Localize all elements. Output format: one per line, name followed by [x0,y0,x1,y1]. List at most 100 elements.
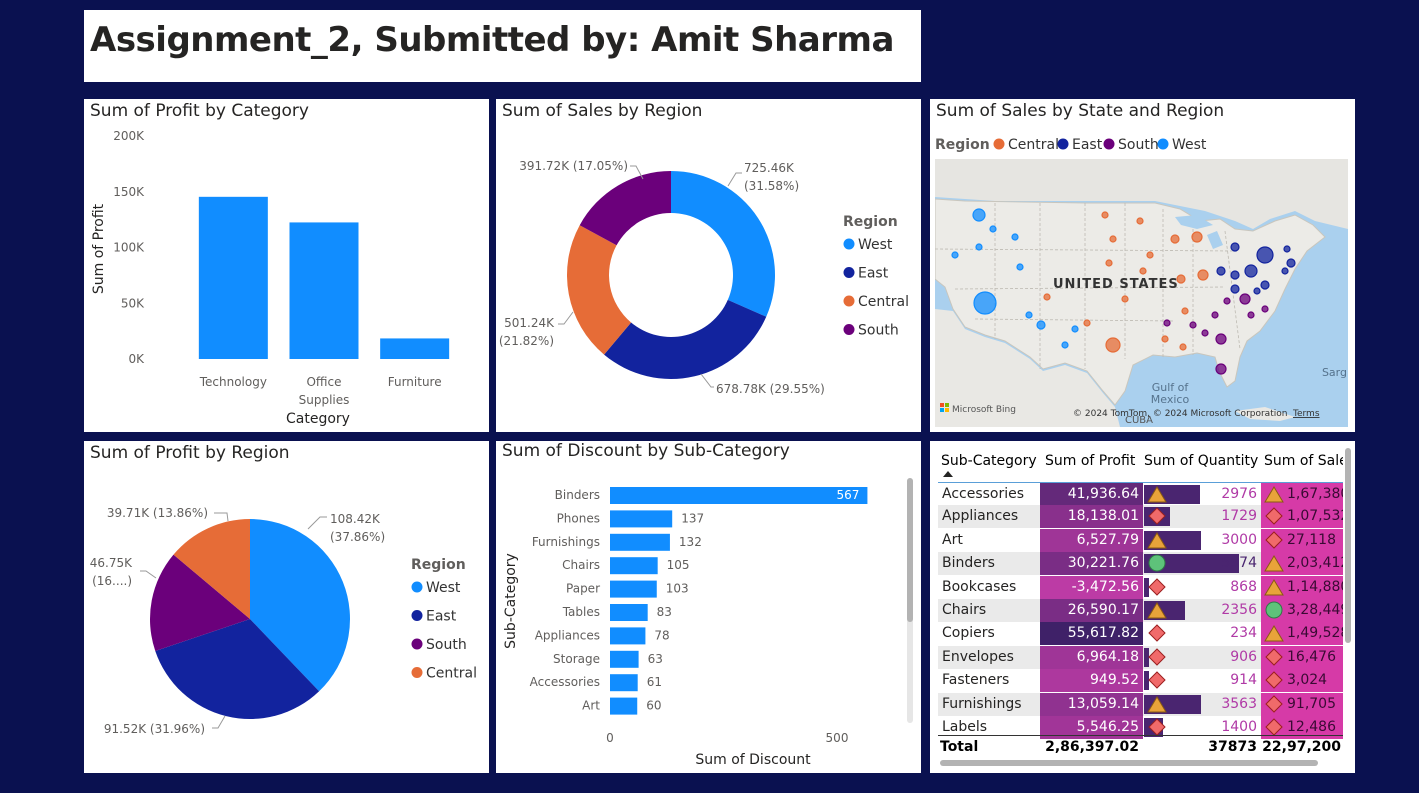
diamond-icon [1148,577,1166,596]
cell-sales: 1,07,532 [1261,505,1343,529]
bubble-central [1136,217,1144,225]
cell-sales: 3,28,449 [1261,599,1343,622]
y-tick-label: Paper [566,582,600,596]
bubble-central [1083,319,1091,327]
triangle-icon [1147,486,1167,503]
profit-by-category-visual[interactable]: Sum of Profit by Category 0K 50K 100K 150K 2… [84,99,489,432]
triangle-icon [1264,625,1284,642]
y-tick-label: Binders [555,488,600,502]
sales-by-region-visual[interactable]: Sum of Sales by Region 725.46K (31.58%) 67… [496,99,921,432]
cell-subcategory: Art [942,531,963,548]
sales-value: 2,03,412 [1287,555,1343,572]
x-tick-label: Technology [199,375,267,389]
map-country-label: UNITED STATES [1053,277,1179,292]
table-row[interactable]: Art 6,527.79 3000 27,118 [938,528,1343,552]
cell-quantity: 906 [1144,646,1261,669]
bar-office-supplies [289,222,359,359]
cell-sales: 91,705 [1261,692,1343,716]
diamond-icon [1148,648,1166,666]
kpi-icon [1147,507,1167,528]
bubble-east [1253,287,1261,295]
legend-label-central: Central [426,666,477,682]
column-header-sales[interactable]: Sum of Sales [1264,450,1343,473]
legend-dot-central [411,667,423,678]
cell-profit: 30,221.76 [1040,552,1143,576]
diamond-icon [1265,531,1283,549]
legend-dot-south [1103,138,1115,150]
table-row[interactable]: Furnishings 13,059.14 3563 91,705 [938,692,1343,716]
column-header-subcategory[interactable]: Sub-Category [941,450,1041,473]
diamond-icon [1148,624,1166,643]
data-label: 103 [666,582,689,596]
legend-label-west: West [426,580,461,596]
table-row[interactable]: Fasteners 949.52 914 3,024 [938,669,1343,693]
bubble-central [1181,307,1189,315]
cell-profit: 6,964.18 [1040,645,1143,669]
cell-sales: 1,49,528 [1261,622,1343,646]
bar-furnishings [610,533,670,551]
map-sargasso-label: Sarg [1322,366,1347,379]
leader-line-west [727,172,742,187]
table-row[interactable]: Bookcases -3,472.56 868 1,14,880 [938,575,1343,599]
vertical-scrollbar-track[interactable] [907,478,913,723]
kpi-icon [1264,601,1284,622]
cell-sales: 27,118 [1261,528,1343,552]
bar-tables [610,604,648,621]
column-header-quantity[interactable]: Sum of Quantity [1144,450,1259,473]
subcategory-table-visual[interactable]: Sub-Category Sum of Profit Sum of Quanti… [930,441,1355,773]
x-axis-title: Category [286,411,350,427]
y-tick-label: Accessories [530,675,600,689]
sales-by-state-visual[interactable]: Sum of Sales by State and Region Region C… [930,99,1355,432]
bubble-west [1016,263,1024,271]
quantity-value: 2976 [1221,486,1257,502]
total-quantity: 37873 [1208,739,1257,755]
table-row[interactable]: Envelopes 6,964.18 906 16,476 [938,645,1343,669]
legend-label-south: South [426,637,467,653]
table-vertical-scrollbar[interactable] [1345,448,1351,643]
bubble-west [989,225,997,233]
total-profit: 2,86,397.02 [1045,739,1139,755]
vertical-scrollbar-thumb[interactable] [907,478,913,622]
map-layer: UNITED STATESGulf ofMexicoSargCUBAMicros… [935,159,1348,427]
bar-technology [198,196,268,359]
diamond-icon [1265,718,1283,736]
table-row[interactable]: Appliances 18,138.01 1729 1,07,532 [938,505,1343,529]
legend-dot-east [843,267,855,278]
legend-title: Region [411,557,466,573]
bubble-central [1170,234,1180,244]
cell-quantity: 2976 [1144,483,1261,506]
leader-line-west [307,516,327,530]
profit-by-region-visual[interactable]: Sum of Profit by Region 108.42K (37.86%) 9… [84,441,489,773]
discount-by-subcategory-visual[interactable]: Sum of Discount by Sub-Category Binders 5… [496,441,921,773]
bubble-central [1146,251,1154,259]
table-row[interactable]: Copiers 55,617.82 234 1,49,528 [938,622,1343,646]
bubble-west [975,243,983,251]
bubble-south [1163,319,1171,327]
bubble-east [1230,270,1240,280]
data-label: 105 [667,558,690,572]
table-row[interactable]: Binders 30,221.76 5974 2,03,412 [938,552,1343,576]
legend-dot-south [843,324,855,335]
column-header-profit[interactable]: Sum of Profit [1045,450,1143,473]
quantity-value: 5974 [1221,555,1257,572]
legend-title: Region [843,214,898,230]
cell-subcategory: Chairs [942,602,987,618]
sort-ascending-icon [943,471,953,477]
table-horizontal-scrollbar[interactable] [940,760,1318,766]
bubble-south [1189,321,1197,329]
table-row[interactable]: Accessories 41,936.64 2976 1,67,380 [938,482,1343,506]
cell-sales: 16,476 [1261,645,1343,669]
kpi-icon [1264,554,1284,575]
title-card: Assignment_2, Submitted by: Amit Sharma [84,10,921,82]
cell-subcategory: Appliances [942,508,1019,525]
kpi-icon [1264,624,1284,645]
map-canvas[interactable]: UNITED STATES Gulf of Mexico Sarg CUBA Micros… [935,159,1348,427]
bubble-west [1071,325,1079,333]
bubble-south [1261,305,1269,313]
kpi-icon [1147,577,1167,599]
bubble-central [1197,269,1209,281]
leader-line-central [558,311,574,325]
bubble-west [973,291,997,315]
data-label: 132 [679,535,702,549]
table-row[interactable]: Chairs 26,590.17 2356 3,28,449 [938,599,1343,622]
